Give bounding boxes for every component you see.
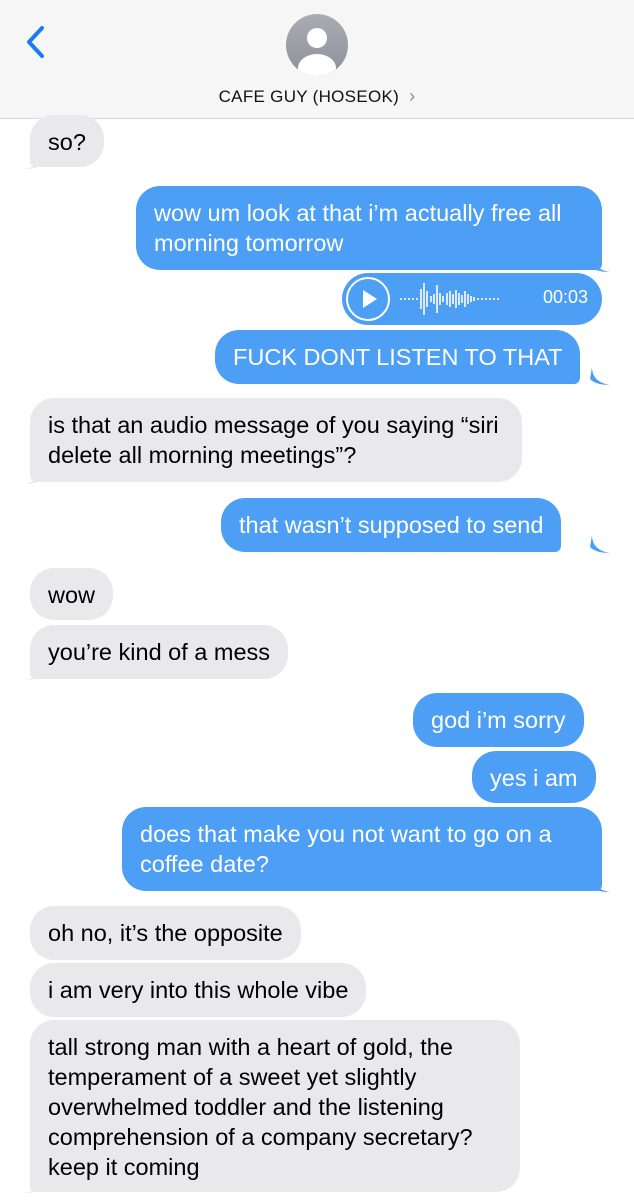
outgoing-message[interactable]: god i’m sorry: [413, 693, 584, 747]
play-button[interactable]: [346, 277, 390, 321]
incoming-message[interactable]: tall strong man with a heart of gold, th…: [30, 1020, 520, 1192]
bubble-tail: [24, 151, 44, 169]
chevron-right-icon: ›: [409, 86, 416, 106]
bubble-tail: [24, 662, 44, 680]
message-text: is that an audio message of you saying “…: [48, 412, 499, 468]
back-button[interactable]: [18, 22, 58, 62]
message-text: so?: [48, 129, 86, 155]
person-icon: [298, 28, 336, 76]
incoming-message[interactable]: i am very into this whole vibe: [30, 963, 367, 1017]
outgoing-message[interactable]: yes i am: [472, 751, 596, 803]
incoming-message[interactable]: oh no, it’s the opposite: [30, 906, 301, 960]
chevron-left-icon: [27, 26, 44, 58]
avatar[interactable]: [286, 14, 348, 76]
conversation-header: CAFE GUY (HOSEOK) ›: [0, 0, 634, 119]
message-text: tall strong man with a heart of gold, th…: [48, 1034, 473, 1180]
play-icon: [363, 290, 377, 308]
bubble-tail: [590, 254, 610, 272]
message-text: you’re kind of a mess: [48, 639, 271, 665]
message-text: does that make you not want to go on a c…: [140, 821, 552, 877]
bubble-tail: [24, 466, 44, 484]
audio-duration: 00:03: [542, 287, 588, 307]
message-text: god i’m sorry: [431, 707, 566, 733]
audio-waveform: [400, 283, 499, 315]
message-text: i am very into this whole vibe: [48, 977, 349, 1003]
outgoing-message[interactable]: does that make you not want to go on a c…: [122, 807, 602, 891]
message-text: FUCK DONT LISTEN TO THAT: [233, 344, 563, 370]
bubble-tail: [590, 535, 610, 553]
message-text: wow: [48, 582, 96, 608]
outgoing-message[interactable]: wow um look at that i’m actually free al…: [136, 186, 602, 270]
bubble-tail: [24, 1175, 44, 1193]
message-text: yes i am: [490, 765, 578, 791]
bubble-tail: [590, 367, 610, 385]
incoming-message[interactable]: is that an audio message of you saying “…: [30, 398, 522, 482]
bubble-tail: [590, 874, 610, 892]
contact-name[interactable]: CAFE GUY (HOSEOK) ›: [0, 86, 634, 107]
message-text: that wasn’t supposed to send: [239, 512, 544, 538]
incoming-message[interactable]: you’re kind of a mess: [30, 625, 289, 679]
outgoing-message[interactable]: FUCK DONT LISTEN TO THAT: [215, 330, 581, 384]
audio-message[interactable]: 00:03: [342, 273, 602, 325]
message-text: oh no, it’s the opposite: [48, 920, 283, 946]
incoming-message[interactable]: wow: [30, 568, 114, 620]
outgoing-message[interactable]: that wasn’t supposed to send: [221, 498, 562, 552]
contact-name-label: CAFE GUY (HOSEOK): [218, 87, 400, 106]
message-text: wow um look at that i’m actually free al…: [154, 200, 562, 256]
